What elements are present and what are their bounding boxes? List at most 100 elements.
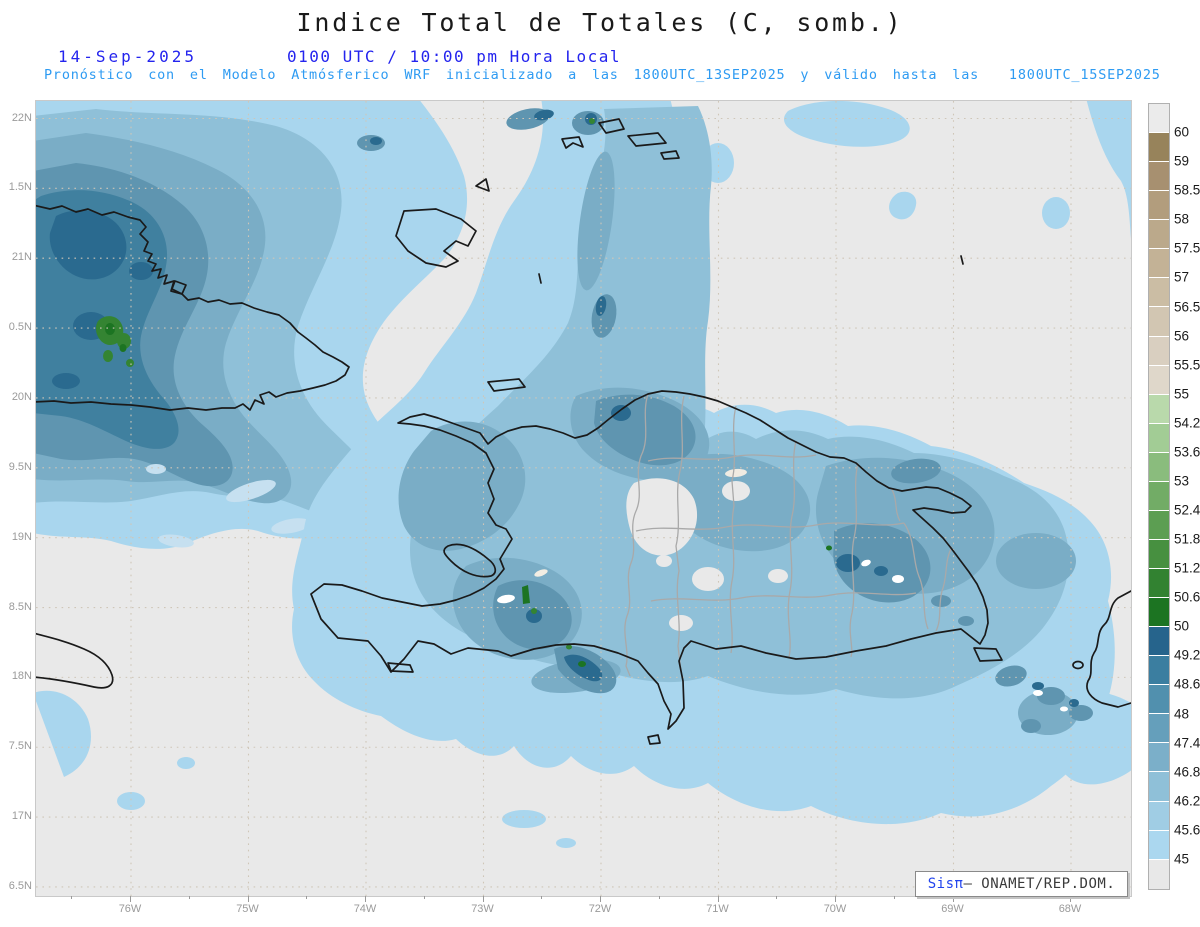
colorbar-label-51.8: 51.8 [1174,531,1200,547]
lon-tick [188,896,190,899]
small-cay-2 [960,255,964,265]
lon-tick [71,896,73,899]
colorbar-segment [1149,191,1169,221]
lat-label-19N: 19N [11,530,32,543]
lat-label-8.5N: 8.5N [8,600,32,613]
datetime-line: 14-Sep-2025 0100 UTC / 10:00 pm Hora Loc… [0,47,1200,67]
colorbar-segment [1149,220,1169,250]
lon-label-73W: 73W [471,903,494,915]
colorbar-segment [1149,278,1169,308]
colorbar-segment [1149,249,1169,279]
colorbar-label-56.5: 56.5 [1174,299,1200,315]
lon-tick [423,896,425,899]
colorbar-label-53: 53 [1174,473,1190,489]
lat-label-6.5N: 6.5N [8,879,32,892]
colorbar-segment [1149,598,1169,628]
colorbar-segment [1149,510,1169,540]
colorbar-label-51.2: 51.2 [1174,560,1200,576]
colorbar-segment [1149,336,1169,366]
colorbar-segment [1149,133,1169,163]
lon-label-69W: 69W [941,903,964,915]
contour-map [36,101,1131,896]
colorbar-label-47.4: 47.4 [1174,735,1200,751]
lat-label-18N: 18N [11,670,32,683]
colorbar-segment [1149,830,1169,860]
colorbar-scale [1148,103,1170,890]
lon-label-70W: 70W [823,903,847,915]
colorbar-label-46.2: 46.2 [1174,793,1200,809]
colorbar-label-50.6: 50.6 [1174,589,1200,605]
colorbar-segment [1149,481,1169,511]
colorbar-segment [1149,452,1169,482]
colorbar-label-56: 56 [1174,328,1190,344]
page-title: Indice Total de Totales (C, somb.) [296,8,904,37]
colorbar-segment [1149,569,1169,599]
colorbar-label-48: 48 [1174,706,1190,722]
colorbar-label-53.6: 53.6 [1174,444,1200,460]
lon-tick [482,896,484,902]
colorbar-segment [1149,365,1169,395]
colorbar-segment [1149,307,1169,337]
lon-label-76W: 76W [118,903,142,915]
lon-tick [893,896,895,899]
lon-tick [600,896,601,902]
colorbar-label-58: 58 [1174,211,1190,227]
jamaica-coastline [36,632,114,689]
contour-shading [36,101,1131,848]
colorbar-label-55.5: 55.5 [1174,357,1200,373]
colorbar-segment [1149,162,1169,192]
colorbar-label-48.6: 48.6 [1174,676,1200,692]
colorbar-segment [1149,627,1169,657]
map-plot-area [35,100,1132,897]
lon-label-74W: 74W [353,903,377,915]
colorbar-label-57: 57 [1174,269,1190,285]
colorbar-label-50: 50 [1174,618,1190,634]
lon-tick [306,896,308,899]
colorbar-label-60: 60 [1174,124,1190,140]
colorbar-segment [1149,104,1169,134]
colorbar-label-46.8: 46.8 [1174,764,1200,780]
colorbar-label-54.2: 54.2 [1174,415,1200,431]
lon-tick [717,896,719,902]
colorbar-label-55: 55 [1174,386,1190,402]
attribution-box: Sisπ – ONAMET/REP.DOM. [915,871,1128,897]
little-inagua-island [475,178,490,192]
weather-map-page: Indice Total de Totales (C, somb.) 14-Se… [0,0,1200,927]
lat-label-17N: 17N [11,810,32,823]
colorbar-segment [1149,656,1169,686]
colorbar-segment [1149,685,1169,715]
lat-label-9.5N: 9.5N [8,460,32,473]
lon-tick [658,896,660,899]
colorbar-segment [1149,859,1169,889]
lon-tick [1128,896,1130,899]
lat-label-0.5N: 0.5N [8,321,32,334]
lat-label-21N: 21N [11,251,32,264]
lon-tick [130,896,131,902]
colorbar-segment [1149,801,1169,831]
colorbar-label-45: 45 [1174,851,1190,867]
lon-tick [776,896,778,899]
colorbar-segment [1149,423,1169,453]
lat-label-22N: 22N [11,111,32,124]
colorbar-label-57.5: 57.5 [1174,240,1200,256]
lon-label-72W: 72W [588,903,612,915]
forecast-date: 14-Sep-2025 [58,47,197,66]
lon-label-68W: 68W [1058,903,1082,915]
colorbar-segment [1149,394,1169,424]
colorbar-label-59: 59 [1174,153,1190,169]
colorbar-segment [1149,772,1169,802]
lon-label-75W: 75W [236,903,259,915]
attribution-text: – ONAMET/REP.DOM. [963,876,1116,892]
lat-label-20N: 20N [11,390,32,403]
model-init-line: Pronóstico con el Modelo Atmósferico WRF… [44,67,1161,83]
lat-label-1.5N: 1.5N [8,181,32,194]
colorbar-label-58.5: 58.5 [1174,182,1200,198]
colorbar-label-52.4: 52.4 [1174,502,1200,518]
colorbar-segment [1149,714,1169,744]
lat-label-7.5N: 7.5N [8,740,32,753]
lon-tick [365,896,366,902]
lon-tick [247,896,249,902]
colorbar-segment [1149,743,1169,773]
lon-label-71W: 71W [706,903,729,915]
colorbar-label-49.2: 49.2 [1174,647,1200,663]
